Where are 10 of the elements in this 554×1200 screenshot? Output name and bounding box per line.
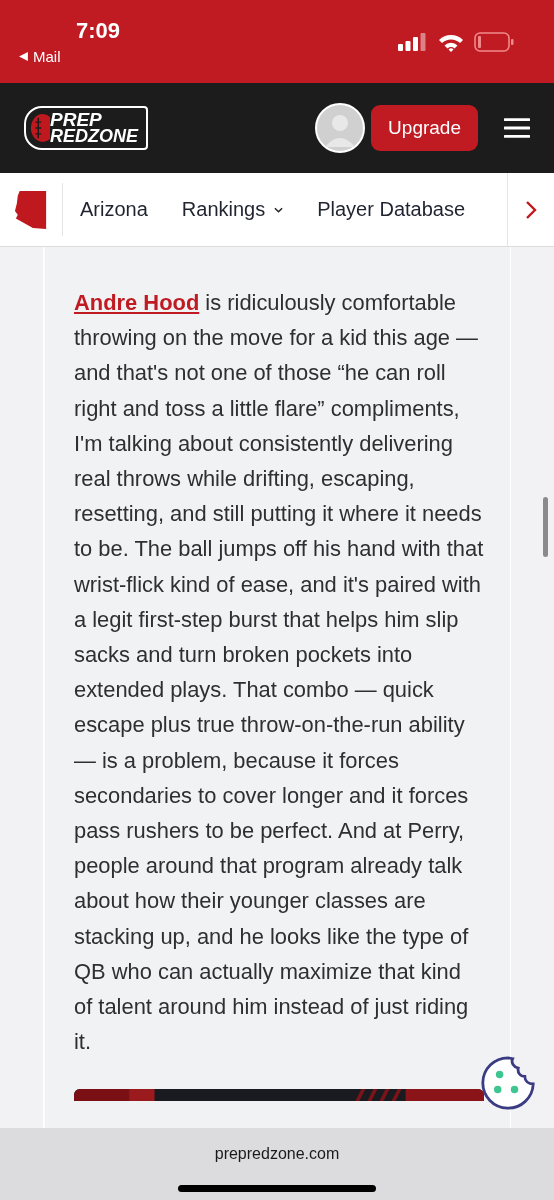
- url-text[interactable]: prepredzone.com: [214, 1145, 340, 1163]
- nav-link[interactable]: Arizona: [80, 198, 148, 221]
- nav-link[interactable]: Rankings: [181, 198, 284, 221]
- nav-link[interactable]: Player Database: [317, 198, 466, 221]
- player-link[interactable]: Andre Hood: [74, 290, 200, 315]
- article-paragraph: Andre Hood is ridiculously comfortable throwing on the move for a kid this age — and that's not one of those “he can roll right and toss a little flare” compliments, I'm talking about consistently delivering real throws while drifting, escaping, resetting, and still putting it where it needs to be. The ball jumps off his hand with that wrist-flick kind of ease, and it's paired with a legit first-step burst that helps him slip sacks and turn broken pockets into extended plays. That combo — quick escape plus true throw-on-the-run ability — is a problem, because it forces secondaries to cover longer and it forces pass rushers to be perfect. And at Perry, people around that program already talk about how their younger classes are stacking up, and he looks like the type of QB who can actually maximize that kind of talent around him instead of just riding it.: [74, 289, 484, 1057]
- site-logo[interactable]: PREP REDZONE: [24, 106, 148, 150]
- back-to-app-link[interactable]: Mail: [18, 48, 61, 65]
- status-time: 7:09: [76, 18, 121, 44]
- upgrade-button[interactable]: Upgrade: [371, 105, 478, 151]
